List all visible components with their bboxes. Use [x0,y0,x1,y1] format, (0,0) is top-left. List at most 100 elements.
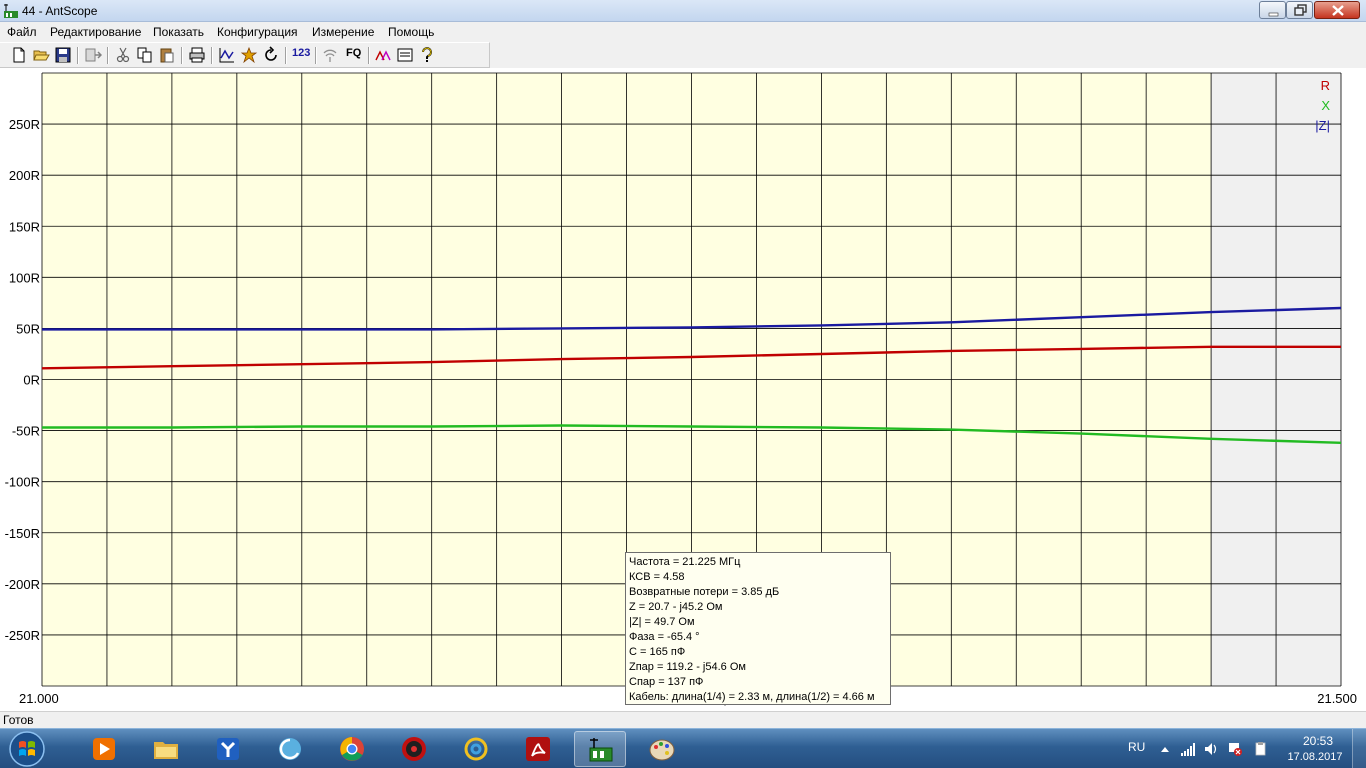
show-hidden-icons-icon[interactable] [1161,747,1169,752]
minimize-icon [1268,12,1279,17]
system-tray [1161,742,1266,756]
open-folder-icon[interactable] [32,46,50,64]
y-tick-label: 250R [9,117,40,132]
taskbar-browser[interactable] [264,731,316,767]
copy-icon[interactable] [136,46,154,64]
counter-button[interactable]: 123 [292,47,310,59]
marker-icon[interactable] [240,46,258,64]
paste-icon[interactable] [158,46,176,64]
wifi-icon[interactable] [321,46,339,64]
media-player-icon [93,738,115,760]
network-error-icon[interactable] [1229,743,1242,756]
help-icon[interactable] [418,46,436,64]
show-desktop-button[interactable] [1352,729,1366,768]
menu-help[interactable]: Помощь [388,25,434,39]
y-tick-label: 100R [9,270,40,285]
tooltip-cable-length: Кабель: длина(1/4) = 2.33 м, длина(1/2) … [629,691,875,703]
fq-button[interactable]: FQ [346,47,361,59]
status-text: Готов [3,713,34,727]
y-tick-label: 150R [9,219,40,234]
taskbar-media-player[interactable] [78,731,130,767]
tooltip-frequency: Частота = 21.225 МГц [629,556,741,568]
refresh-icon[interactable] [262,46,280,64]
taskbar-email-app[interactable] [450,731,502,767]
cut-icon[interactable] [114,46,132,64]
minimize-button[interactable] [1259,1,1286,19]
toolbar: 123 FQ [0,42,490,68]
taskbar-shield-app[interactable] [202,731,254,767]
close-icon [1332,5,1344,16]
toolbar-separator [211,47,213,64]
start-button[interactable] [2,730,52,768]
clock-date[interactable]: 17.08.2017 [1283,751,1347,763]
print-icon[interactable] [188,46,206,64]
chrome-icon [340,737,364,761]
title-bar[interactable]: 44 - AntScope [0,0,1366,22]
toolbar-separator [181,47,183,64]
tooltip-impedance: Z = 20.7 - j45.2 Ом [629,601,723,613]
export-icon[interactable] [84,46,102,64]
restore-button[interactable] [1286,1,1313,19]
tooltip-return-loss: Возвратные потери = 3.85 дБ [629,586,780,598]
radiation-app-icon [402,737,426,761]
clock-time[interactable]: 20:53 [1290,734,1346,748]
legend-entry: X [1321,98,1330,113]
restore-icon [1294,4,1307,16]
tooltip-capacitance: C = 165 пФ [629,646,686,658]
tooltip-phase: Фаза = -65.4 ° [629,631,700,643]
taskbar-file-explorer[interactable] [140,731,192,767]
graph-icon[interactable] [218,46,236,64]
new-file-icon[interactable] [10,46,28,64]
antenna-app-icon[interactable] [3,3,19,19]
menu-measurement[interactable]: Измерение [312,25,374,39]
shield-app-icon [217,738,239,760]
volume-icon[interactable] [1205,743,1217,755]
x-tick-label: 21.500 [1317,691,1357,706]
signal-icon[interactable] [1181,743,1195,756]
save-icon[interactable] [54,46,72,64]
antscope-icon [589,738,613,762]
y-tick-label: -100R [5,475,40,490]
legend-entry: R [1321,78,1330,93]
y-tick-label: -200R [5,577,40,592]
taskbar-paint[interactable] [636,731,688,767]
measurement-tooltip: Частота = 21.225 МГц КСВ = 4.58 Возвратн… [625,552,891,705]
multi-graph-icon[interactable] [374,46,392,64]
file-explorer-icon [154,742,178,759]
y-tick-label: 0R [23,373,40,388]
clipboard-icon[interactable] [1255,742,1266,756]
toolbar-separator [77,47,79,64]
toolbar-separator [315,47,317,64]
y-axis-labels: 250R 200R 150R 100R 50R 0R -50R -100R -150R -200R… [5,117,40,643]
y-tick-label: 200R [9,168,40,183]
toolbar-separator [368,47,370,64]
panel-icon[interactable] [396,46,414,64]
acrobat-icon [526,737,550,761]
menu-view[interactable]: Показать [153,25,204,39]
window-title: 44 - AntScope [22,4,98,18]
menu-bar: Файл Редактирование Показать Конфигураци… [0,22,1366,42]
paint-icon [649,739,675,761]
impedance-chart[interactable]: 250R 200R 150R 100R 50R 0R -50R -100R -150R -200R… [0,68,1366,711]
y-tick-label: -250R [5,628,40,643]
toolbar-separator [107,47,109,64]
x-tick-label: 21.000 [19,691,59,706]
taskbar-acrobat[interactable] [512,731,564,767]
tooltip-impedance-magnitude: |Z| = 49.7 Ом [629,616,695,628]
toolbar-separator [285,47,287,64]
taskbar-radiation-app[interactable] [388,731,440,767]
menu-file[interactable]: Файл [7,25,37,39]
close-button[interactable] [1314,1,1360,19]
menu-configuration[interactable]: Конфигурация [217,25,298,39]
taskbar-antscope[interactable] [574,731,626,767]
email-app-icon [464,737,488,761]
tooltip-parallel-impedance: Zпар = 119.2 - j54.6 Ом [629,661,746,673]
windows-taskbar: RU 20:53 17.08.2017 [0,728,1366,768]
status-bar: Готов [0,711,1366,728]
browser-icon [279,738,301,760]
y-tick-label: -150R [5,526,40,541]
language-indicator[interactable]: RU [1128,740,1145,754]
menu-edit[interactable]: Редактирование [50,25,141,39]
taskbar-chrome[interactable] [326,731,378,767]
legend-entry: |Z| [1315,118,1330,133]
